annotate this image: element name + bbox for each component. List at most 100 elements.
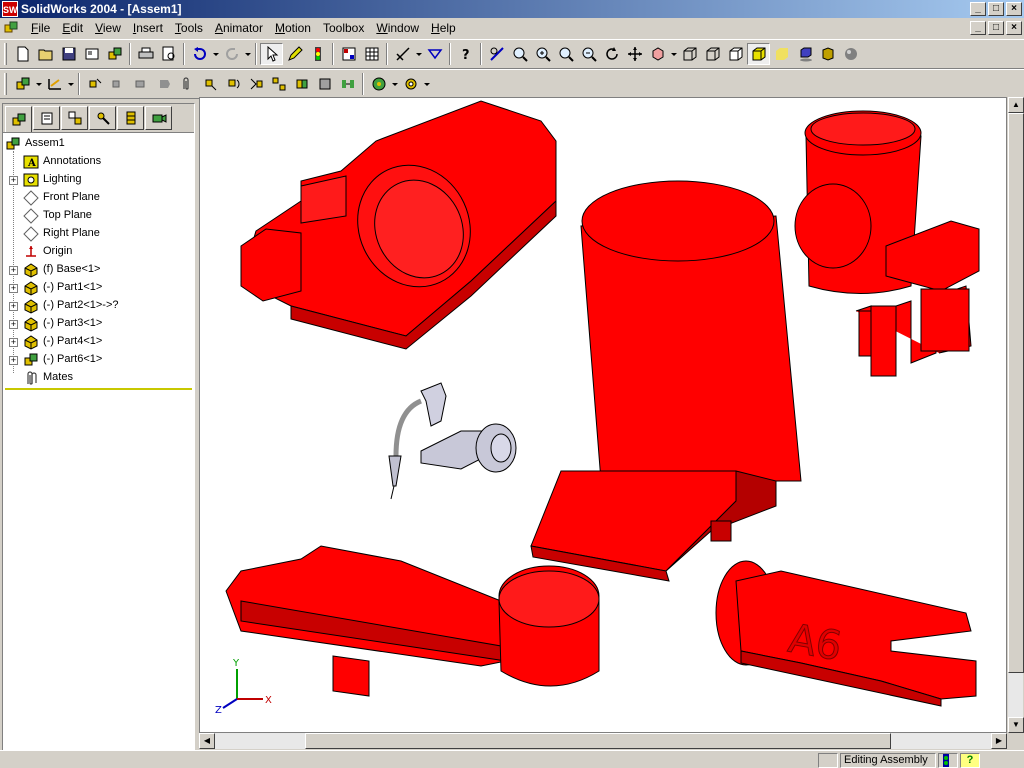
change-suppression-button[interactable] [129,73,152,95]
save-button[interactable] [57,43,80,65]
rollback-bar[interactable] [5,388,192,390]
tab-motion[interactable] [145,106,172,130]
simulation-button[interactable] [399,73,422,95]
expand-lighting[interactable]: + [9,176,18,185]
zoom-in-out-button[interactable] [554,43,577,65]
status-help-icon[interactable]: ? [960,753,980,768]
menu-animator[interactable]: Animator [209,21,269,35]
menu-help[interactable]: Help [425,21,462,35]
hide-component-button[interactable] [106,73,129,95]
part-grey-torch[interactable] [388,382,517,500]
menu-insert[interactable]: Insert [127,21,169,35]
assembly-document-icon[interactable] [3,20,19,36]
expand-part1[interactable]: + [9,284,18,293]
tree-item-root[interactable]: Assem1 [3,135,194,153]
menu-file[interactable]: File [25,21,56,35]
pan-button[interactable] [623,43,646,65]
previous-view-button[interactable] [485,43,508,65]
print-preview-button[interactable] [157,43,180,65]
tab-configuration-manager[interactable] [61,106,88,130]
horizontal-scrollbar[interactable]: ◀ ▶ [199,733,1007,749]
insert-component-button[interactable] [83,73,106,95]
edit-transparency-button[interactable] [152,73,175,95]
hidden-lines-visible-button[interactable] [701,43,724,65]
vertical-scroll-thumb[interactable] [1008,113,1024,673]
part-tall-cylinder[interactable] [530,180,802,582]
tree-item-base[interactable]: + (f) Base<1> [3,261,194,279]
tab-feature-manager[interactable] [5,106,32,132]
expand-part4[interactable]: + [9,338,18,347]
move-component-button[interactable] [198,73,221,95]
rotate-component-button[interactable] [221,73,244,95]
scroll-up-button[interactable]: ▲ [1008,97,1024,113]
menu-view[interactable]: View [89,21,127,35]
doc-close-button[interactable]: × [1006,21,1022,35]
part-a6-plate[interactable]: A6 [715,560,977,707]
rebuild-button[interactable] [306,43,329,65]
zoom-area-button[interactable] [531,43,554,65]
component-dropdown[interactable] [34,73,43,95]
graphics-viewport[interactable]: A6 Y X Z [199,97,1007,733]
tree-item-part3[interactable]: + (-) Part3<1> [3,315,194,333]
part-cylinder-housing[interactable] [240,100,557,350]
model-canvas[interactable]: A6 Y X Z [200,98,1007,733]
menu-edit[interactable]: Edit [56,21,89,35]
sketch-tools-button[interactable] [43,73,66,95]
help-button[interactable]: ? [454,43,477,65]
wireframe-button[interactable] [678,43,701,65]
redo-dropdown[interactable] [243,43,252,65]
scroll-down-button[interactable]: ▼ [1008,717,1024,733]
undo-dropdown[interactable] [211,43,220,65]
smart-mates-button[interactable] [391,43,414,65]
tree-item-annotations[interactable]: A Annotations [3,153,194,171]
expand-base[interactable]: + [9,266,18,275]
tree-item-mates[interactable]: Mates [3,369,194,387]
toolbar-grip[interactable] [4,73,7,95]
expand-part3[interactable]: + [9,320,18,329]
minimize-button[interactable]: _ [970,2,986,16]
toolbar-grip[interactable] [4,43,7,65]
tree-item-top-plane[interactable]: Top Plane [3,207,194,225]
vertical-scrollbar[interactable]: ▲ ▼ [1007,97,1024,733]
shaded-with-edges-button[interactable] [747,43,770,65]
sketch-tools-dropdown[interactable] [66,73,75,95]
make-assembly-button[interactable] [103,43,126,65]
maximize-button[interactable]: □ [988,2,1004,16]
open-button[interactable] [34,43,57,65]
assembly-features-dropdown[interactable] [390,73,399,95]
assembly-features-button[interactable] [367,73,390,95]
tree-item-part6[interactable]: + (-) Part6<1> [3,351,194,369]
view-orientation-dropdown[interactable] [669,43,678,65]
tree-item-lighting[interactable]: + Lighting [3,171,194,189]
interference-detection-button[interactable] [313,73,336,95]
print-button[interactable] [134,43,157,65]
mate-button[interactable] [423,43,446,65]
zoom-selection-button[interactable] [577,43,600,65]
tab-animator[interactable] [89,106,116,130]
expand-part2[interactable]: + [9,302,18,311]
undo-button[interactable] [188,43,211,65]
feature-driven-pattern-button[interactable] [336,73,359,95]
part-fitting[interactable] [794,110,980,377]
dimension-dropdown[interactable] [414,43,423,65]
horizontal-scroll-thumb[interactable] [305,733,891,749]
close-button[interactable]: × [1006,2,1022,16]
scroll-right-button[interactable]: ▶ [991,733,1007,749]
select-button[interactable] [260,43,283,65]
edit-component-button[interactable] [11,73,34,95]
hidden-lines-removed-button[interactable] [724,43,747,65]
tab-toolbox[interactable] [117,106,144,130]
menu-motion[interactable]: Motion [269,21,317,35]
tree-item-right-plane[interactable]: Right Plane [3,225,194,243]
expand-part6[interactable]: + [9,356,18,365]
menu-window[interactable]: Window [370,21,425,35]
shadows-button[interactable] [793,43,816,65]
sketch-button[interactable] [283,43,306,65]
redo-button[interactable] [220,43,243,65]
explode-button[interactable] [267,73,290,95]
doc-minimize-button[interactable]: _ [970,21,986,35]
scroll-left-button[interactable]: ◀ [199,733,215,749]
realview-button[interactable] [839,43,862,65]
smart-fasteners-button[interactable] [244,73,267,95]
tree-item-front-plane[interactable]: Front Plane [3,189,194,207]
